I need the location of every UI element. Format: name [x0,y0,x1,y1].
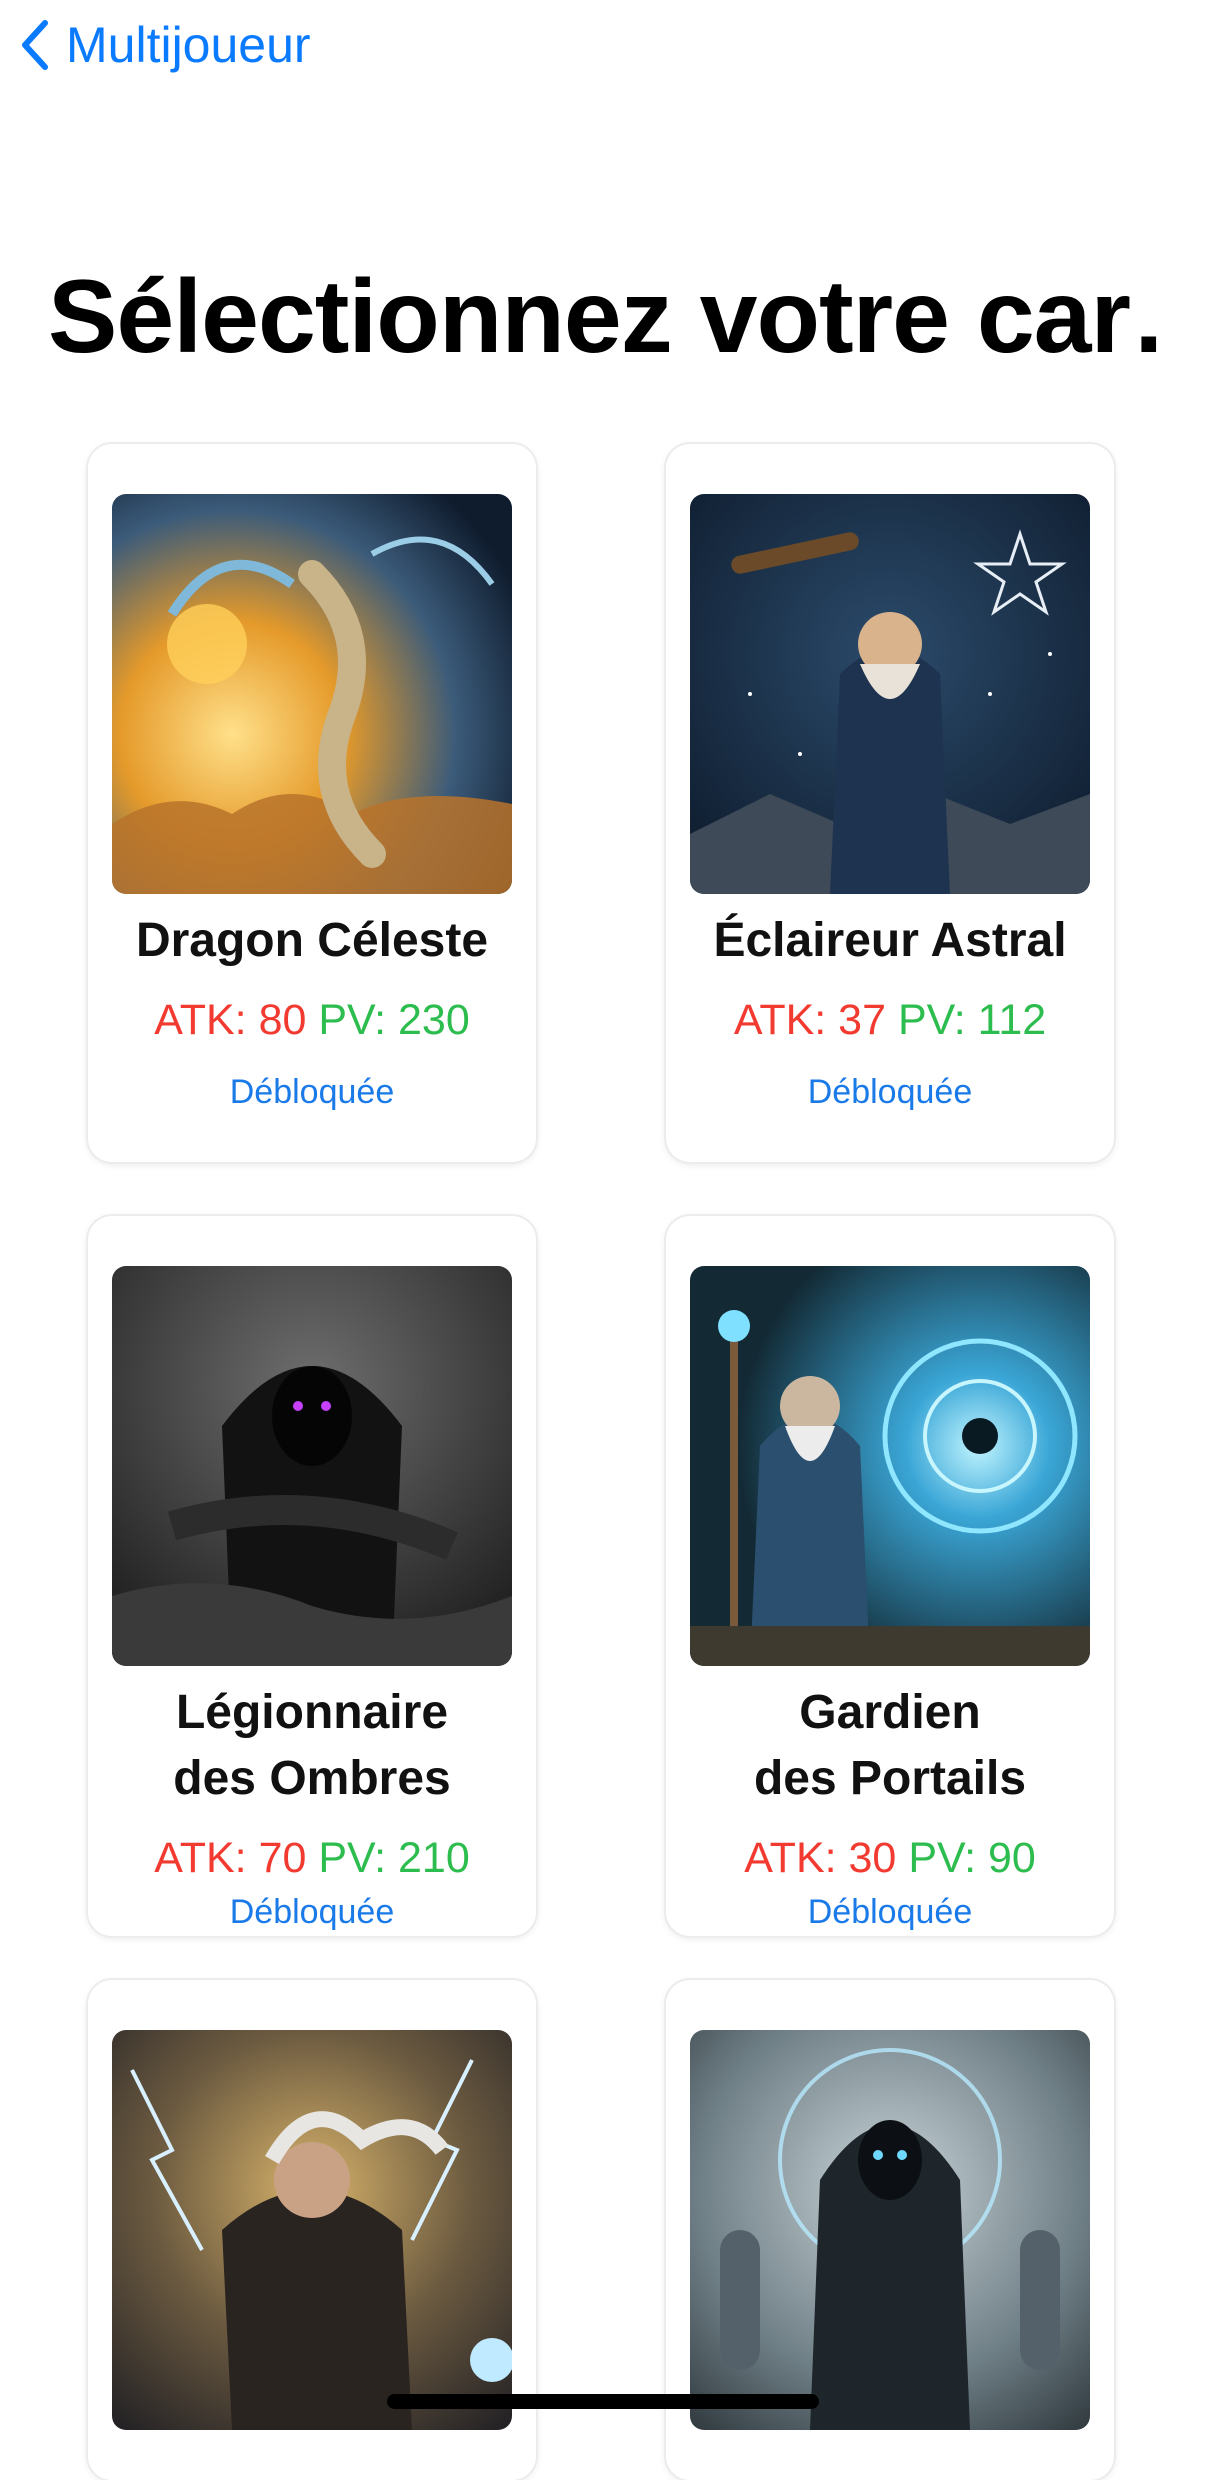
health-value: PV: 90 [908,1834,1036,1882]
character-image [690,1266,1090,1666]
character-card-gardien-des-portails[interactable]: Gardien des Portails ATK: 30 PV: 90 Débl… [666,1216,1114,1936]
character-card-legionnaire-des-ombres[interactable]: Légionnaire des Ombres ATK: 70 PV: 210 D… [88,1216,536,1936]
health-value: PV: 230 [318,996,470,1044]
health-value: PV: 210 [318,1834,470,1882]
character-image [690,494,1090,894]
character-name: Légionnaire des Ombres [88,1680,536,1812]
character-name-line-1: Gardien [799,1686,981,1739]
unlock-status: Débloquée [229,1893,395,1931]
attack-value: ATK: 80 [154,996,307,1044]
character-name-line-2: des Portails [753,1752,1027,1805]
character-image [112,2030,512,2430]
attack-value: ATK: 37 [733,996,886,1044]
character-name: Éclaireur Astral [713,914,1067,967]
character-image [690,2030,1090,2430]
back-button-label: Multijoueur [66,17,311,73]
chevron-left-icon [20,18,50,72]
unlock-status: Débloquée [807,1073,973,1111]
character-name-line-2: des Ombres [173,1752,451,1805]
home-indicator[interactable] [387,2394,819,2409]
character-stats: ATK: 80 PV: 230 [88,990,536,1050]
attack-value: ATK: 30 [744,1834,897,1882]
character-image [112,494,512,894]
unlock-status: Débloquée [229,1073,395,1111]
character-name: Dragon Céleste [135,914,489,967]
character-card-dragon-celeste[interactable]: Dragon Céleste ATK: 80 PV: 230 Débloquée [88,444,536,1162]
page-title: Sélectionnez votre car… [48,259,1168,375]
character-name: Gardien des Portails [666,1680,1114,1812]
unlock-status: Débloquée [807,1893,973,1931]
character-stats: ATK: 37 PV: 112 [666,990,1114,1050]
character-card-eclaireur-astral[interactable]: Éclaireur Astral ATK: 37 PV: 112 Débloqu… [666,444,1114,1162]
attack-value: ATK: 70 [154,1834,307,1882]
health-value: PV: 112 [897,996,1047,1044]
character-stats: ATK: 30 PV: 90 [666,1828,1114,1888]
character-image [112,1266,512,1666]
back-button[interactable]: Multijoueur [20,10,311,80]
character-name-line-1: Légionnaire [175,1686,449,1739]
character-stats: ATK: 70 PV: 210 [88,1828,536,1888]
